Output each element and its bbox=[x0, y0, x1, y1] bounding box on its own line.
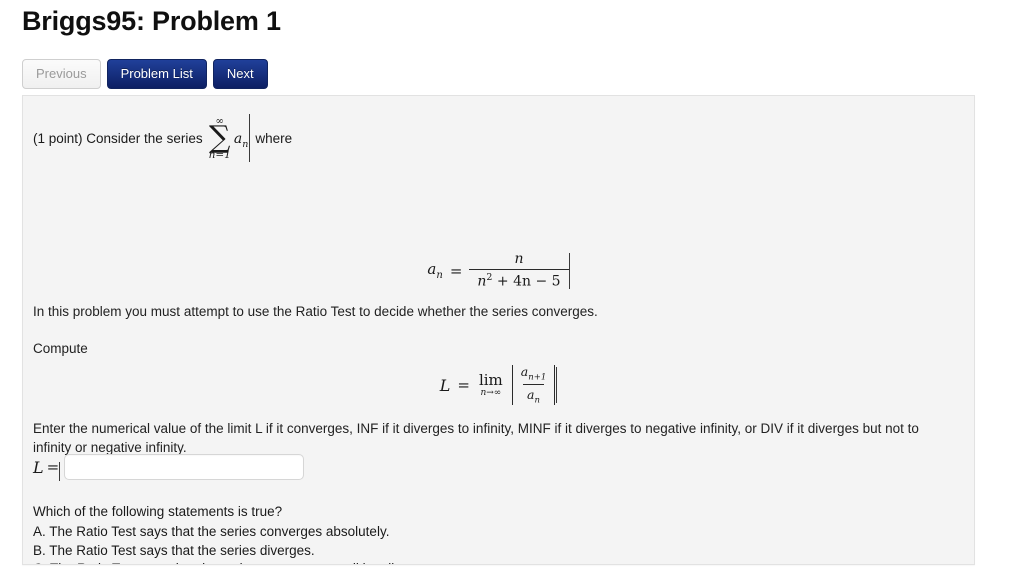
summation-term-base: a bbox=[233, 130, 243, 147]
formula-caret bbox=[568, 252, 570, 289]
limit-ratio-fraction: an+1 an bbox=[517, 364, 550, 406]
limit-answer-caret bbox=[59, 461, 61, 481]
summation-lower-limit: n=1 bbox=[208, 149, 231, 162]
problem-statement-intro: (1 point) Consider the series ∞ ∑ n=1 an… bbox=[33, 114, 292, 162]
an-fraction: n n2 + 4n − 5 bbox=[469, 251, 569, 291]
problem-navigation-bar: Previous Problem List Next bbox=[22, 59, 268, 89]
choice-option-b: B. The Ratio Test says that the series d… bbox=[33, 542, 315, 558]
an-equals-sign: = bbox=[449, 261, 463, 280]
points-text: (1 point) Consider the series bbox=[33, 130, 203, 146]
limit-lhs: L bbox=[439, 375, 451, 395]
limit-ratio-numerator: an+1 bbox=[517, 364, 550, 384]
next-button[interactable]: Next bbox=[212, 59, 268, 89]
choice-option-a: A. The Ratio Test says that the series c… bbox=[33, 524, 390, 539]
problem-panel: (1 point) Consider the series ∞ ∑ n=1 an… bbox=[22, 95, 975, 565]
compute-label: Compute bbox=[33, 341, 88, 356]
an-formula: an = n n2 + 4n − 5 bbox=[23, 251, 974, 291]
absolute-value-bar-left bbox=[511, 365, 513, 406]
an-numerator: n bbox=[514, 251, 524, 267]
an-denominator: n2 + 4n − 5 bbox=[469, 269, 569, 291]
multiple-choice-question: Which of the following statements is tru… bbox=[33, 504, 283, 519]
limit-equals-sign: = bbox=[457, 376, 470, 395]
limit-den-base: a bbox=[527, 387, 535, 403]
limit-answer-label: L bbox=[33, 457, 44, 477]
limit-formula-caret bbox=[556, 367, 558, 404]
limit-subscript: n→∞ bbox=[480, 387, 502, 398]
limit-den-subscript: n bbox=[534, 395, 540, 406]
limit-operator: lim n→∞ bbox=[478, 370, 503, 398]
problem-list-button[interactable]: Problem List bbox=[106, 59, 207, 89]
choice-option-c: C. The Ratio Test says that the series c… bbox=[33, 560, 602, 564]
summation-symbol: ∞ ∑ n=1 bbox=[209, 117, 231, 160]
limit-formula: L = lim n→∞ an+1 an bbox=[23, 364, 974, 406]
summation-term-subscript: n bbox=[242, 138, 249, 150]
limit-ratio-denominator: an bbox=[523, 384, 544, 406]
absolute-value-bar-right bbox=[554, 365, 556, 406]
an-lhs-subscript: n bbox=[436, 270, 443, 282]
limit-word: lim bbox=[478, 370, 503, 389]
text-caret bbox=[249, 114, 251, 162]
previous-button[interactable]: Previous bbox=[22, 59, 101, 89]
limit-answer-row: L = bbox=[33, 454, 305, 481]
sigma-glyph: ∑ bbox=[209, 120, 231, 156]
an-denominator-exponent: 2 bbox=[486, 272, 493, 284]
ratio-test-instruction: In this problem you must attempt to use … bbox=[33, 304, 598, 319]
where-text: where bbox=[255, 130, 293, 146]
limit-num-subscript: n+1 bbox=[528, 372, 547, 383]
multiple-choice-block: Which of the following statements is tru… bbox=[33, 504, 602, 564]
an-denominator-rest: + 4n − 5 bbox=[496, 273, 561, 290]
limit-answer-input[interactable] bbox=[64, 454, 305, 480]
page-title: Briggs95: Problem 1 bbox=[22, 6, 281, 36]
enter-value-instruction: Enter the numerical value of the limit L… bbox=[33, 421, 919, 455]
limit-answer-equals: = bbox=[46, 458, 60, 476]
an-lhs: an bbox=[427, 260, 442, 281]
summation-term: an bbox=[234, 131, 248, 150]
